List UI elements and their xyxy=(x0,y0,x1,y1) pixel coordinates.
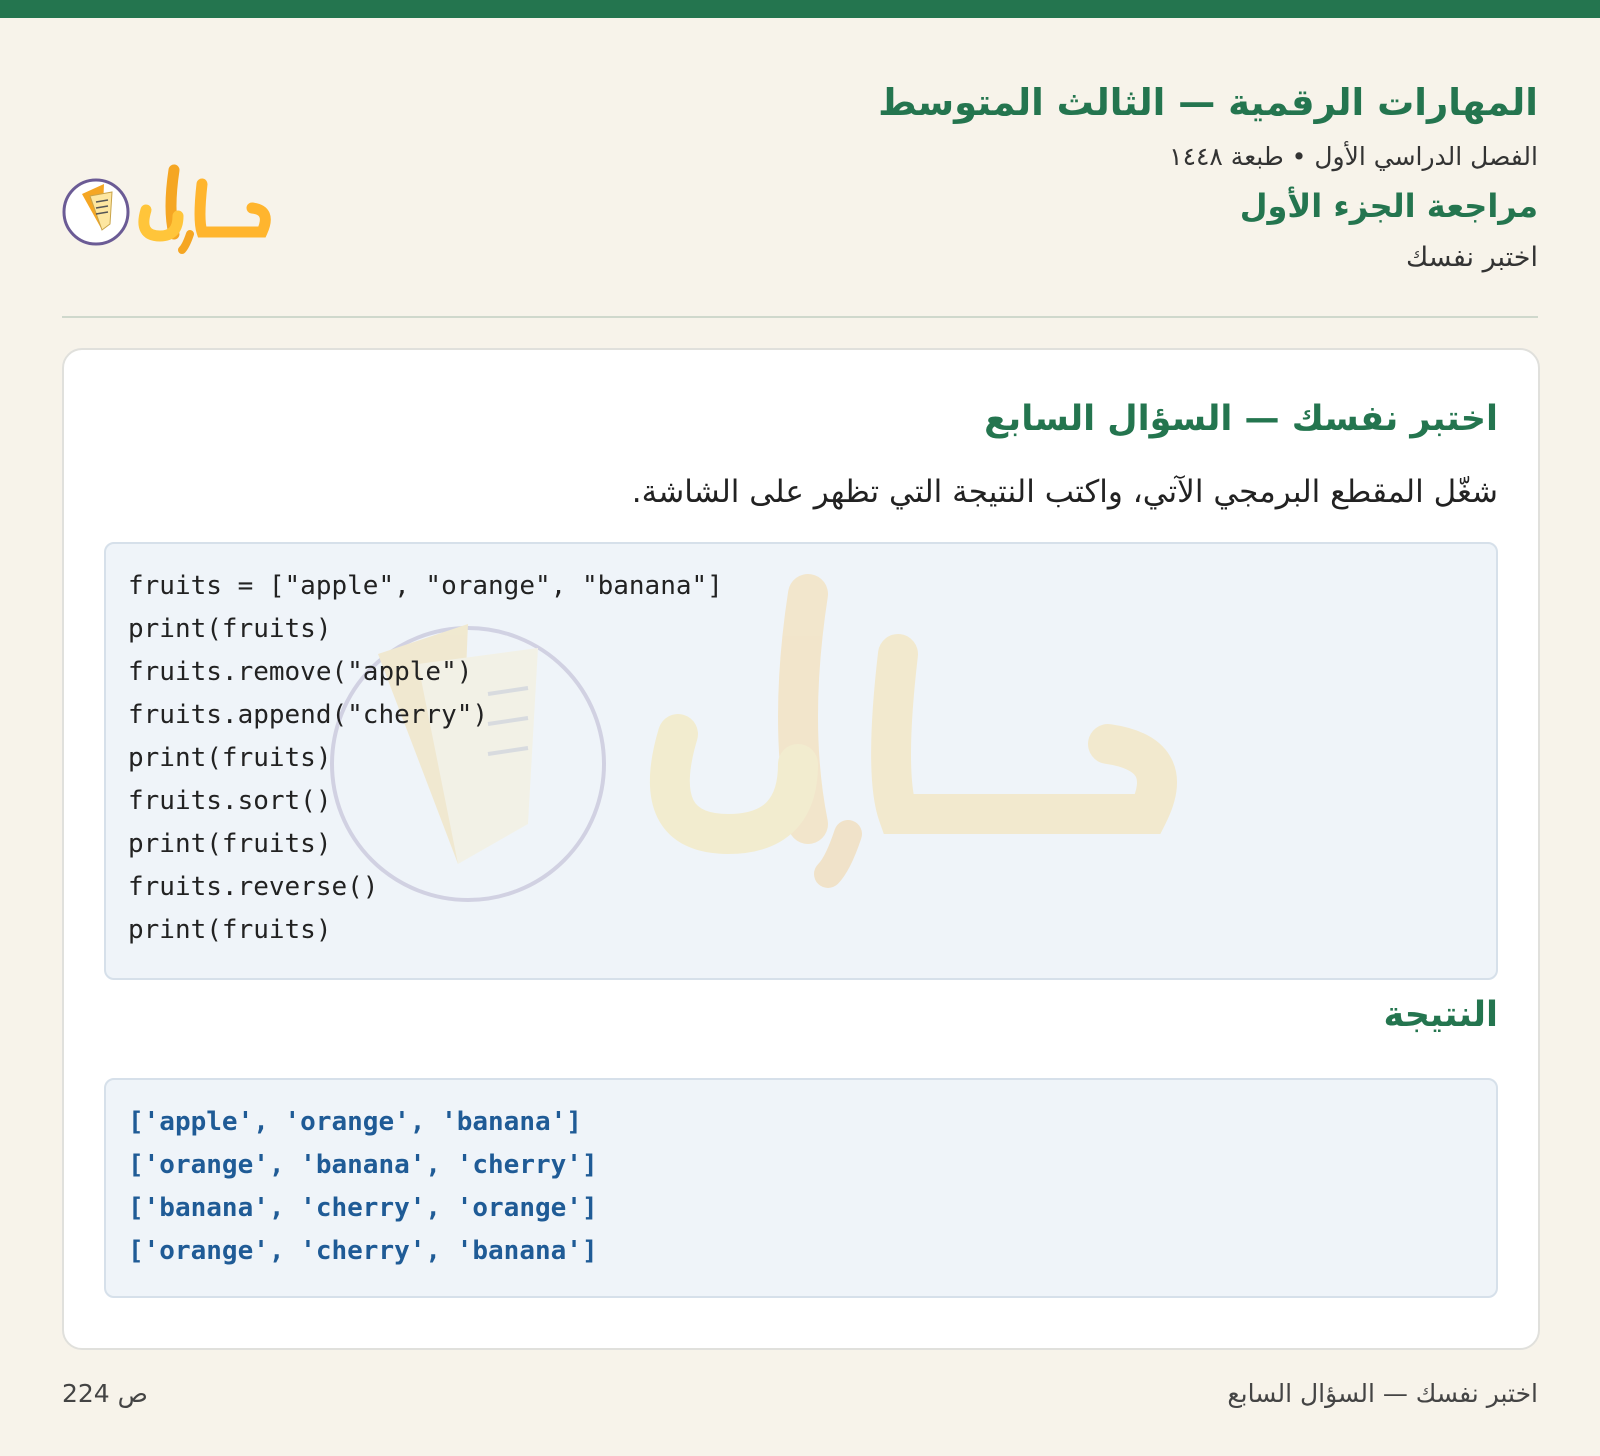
header-divider xyxy=(62,316,1538,318)
result-line: ['apple', 'orange', 'banana'] xyxy=(128,1107,582,1137)
result-block: ['apple', 'orange', 'banana'] ['orange',… xyxy=(104,1078,1498,1298)
section-subtitle: اختبر نفسك xyxy=(1406,242,1538,273)
code-line: print(fruits) xyxy=(128,915,332,945)
header-titles: المهارات الرقمية — الثالث المتوسط الفصل … xyxy=(878,60,1538,278)
hulul-logo-icon xyxy=(62,164,271,254)
book-title: المهارات الرقمية — الثالث المتوسط xyxy=(878,81,1538,124)
code-line: print(fruits) xyxy=(128,829,332,859)
code-block: fruits = ["apple", "orange", "banana"] p… xyxy=(104,542,1498,980)
footer-caption: اختبر نفسك — السؤال السابع xyxy=(1227,1379,1538,1408)
code-line: print(fruits) xyxy=(128,743,332,773)
page-header: المهارات الرقمية — الثالث المتوسط الفصل … xyxy=(62,60,1538,318)
section-title: مراجعة الجزء الأول xyxy=(1239,187,1538,225)
code-line: fruits.remove("apple") xyxy=(128,657,473,687)
result-title: النتيجة xyxy=(1383,995,1498,1035)
result-line: ['orange', 'banana', 'cherry'] xyxy=(128,1150,598,1180)
question-instruction: شغّل المقطع البرمجي الآتي، واكتب النتيجة… xyxy=(631,474,1498,510)
code-line: fruits.reverse() xyxy=(128,872,379,902)
code-line: print(fruits) xyxy=(128,614,332,644)
result-line: ['banana', 'cherry', 'orange'] xyxy=(128,1193,598,1223)
book-subtitle: الفصل الدراسي الأول • طبعة ١٤٤٨ xyxy=(1169,142,1538,171)
question-card: اختبر نفسك — السؤال السابع شغّل المقطع ا… xyxy=(62,348,1540,1350)
result-line: ['orange', 'cherry', 'banana'] xyxy=(128,1236,598,1266)
code-line: fruits = ["apple", "orange", "banana"] xyxy=(128,571,723,601)
question-title: اختبر نفسك — السؤال السابع xyxy=(984,399,1498,439)
page-number: ص 224 xyxy=(62,1379,148,1408)
code-line: fruits.append("cherry") xyxy=(128,700,489,730)
top-accent-bar xyxy=(0,0,1600,18)
code-line: fruits.sort() xyxy=(128,786,332,816)
hulul-watermark-icon xyxy=(330,574,1177,902)
